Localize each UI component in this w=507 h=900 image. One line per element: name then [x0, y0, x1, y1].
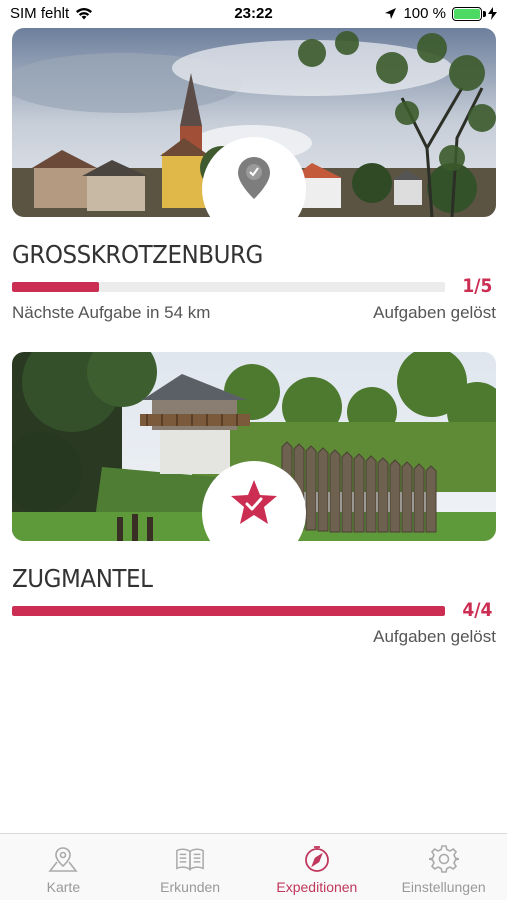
battery-percent: 100 %: [403, 5, 446, 22]
status-bar: SIM fehlt 23:22 100 %: [0, 0, 507, 28]
gear-icon: [428, 844, 459, 874]
tab-expeditionen[interactable]: Expeditionen: [254, 834, 381, 900]
progress-bar: [12, 606, 445, 616]
next-task-distance: Nächste Aufgabe in 54 km: [12, 303, 211, 322]
tab-label: Einstellungen: [401, 879, 486, 895]
progress-bar: [12, 282, 445, 292]
expedition-title: GROSSKROTZENBURG: [12, 240, 263, 269]
progress-count: 1/5: [461, 275, 492, 297]
tab-erkunden[interactable]: Erkunden: [127, 834, 254, 900]
location-pin-check-icon: [238, 157, 270, 199]
tasks-solved-label: Aufgaben gelöst: [373, 627, 496, 646]
tab-label: Karte: [46, 879, 81, 895]
tab-karte[interactable]: Karte: [0, 834, 127, 900]
compass-icon: [302, 844, 332, 874]
battery-icon: [452, 6, 486, 21]
expedition-card-grosskrotzenburg[interactable]: GROSSKROTZENBURG 1/5 Nächste Aufgabe in …: [12, 28, 496, 329]
progress-row: 4/4: [12, 599, 496, 623]
progress-fill: [12, 606, 445, 616]
progress-row: 1/5: [12, 275, 496, 299]
star-check-icon: [231, 480, 277, 524]
expedition-title: ZUGMANTEL: [12, 564, 153, 593]
expedition-card-zugmantel[interactable]: ZUGMANTEL 4/4 Aufgaben gelöst: [12, 352, 496, 653]
tab-label: Expeditionen: [276, 879, 358, 895]
progress-fill: [12, 282, 99, 292]
expedition-image: [12, 352, 496, 541]
book-icon: [175, 844, 205, 874]
tab-label: Erkunden: [160, 879, 221, 895]
expedition-image: [12, 28, 496, 217]
location-arrow-icon: [385, 8, 397, 19]
tab-einstellungen[interactable]: Einstellungen: [380, 834, 507, 900]
tasks-solved-label: Aufgaben gelöst: [373, 303, 496, 322]
charging-icon: [488, 7, 497, 20]
map-pin-icon: [48, 844, 79, 874]
progress-count: 4/4: [461, 599, 492, 621]
tab-bar: Karte Erkunden Expeditionen Einstellunge…: [0, 833, 507, 900]
